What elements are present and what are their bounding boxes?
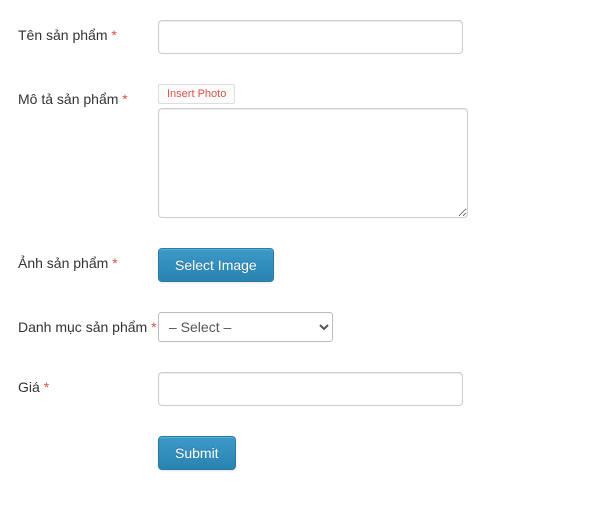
submit-spacer: [18, 436, 158, 442]
product-form: Tên sản phẩm * Mô tả sản phẩm * Insert P…: [18, 20, 596, 470]
row-description: Mô tả sản phẩm * Insert Photo: [18, 84, 596, 218]
label-text-price: Giá: [18, 379, 40, 395]
row-price: Giá *: [18, 372, 596, 406]
label-image: Ảnh sản phẩm *: [18, 248, 158, 274]
required-marker: *: [151, 319, 156, 335]
product-name-input[interactable]: [158, 20, 463, 54]
control-price: [158, 372, 596, 406]
label-price: Giá *: [18, 372, 158, 398]
row-product-name: Tên sản phẩm *: [18, 20, 596, 54]
control-submit: Submit: [158, 436, 596, 470]
required-marker: *: [44, 379, 49, 395]
required-marker: *: [122, 91, 127, 107]
control-category: – Select –: [158, 312, 596, 342]
label-description: Mô tả sản phẩm *: [18, 84, 158, 110]
row-category: Danh mục sản phẩm * – Select –: [18, 312, 596, 342]
control-image: Select Image: [158, 248, 596, 282]
label-text-category: Danh mục sản phẩm: [18, 319, 147, 335]
required-marker: *: [112, 255, 117, 271]
required-marker: *: [111, 27, 116, 43]
price-input[interactable]: [158, 372, 463, 406]
submit-button[interactable]: Submit: [158, 436, 236, 470]
category-select[interactable]: – Select –: [158, 312, 333, 342]
description-textarea[interactable]: [158, 108, 468, 218]
control-description: Insert Photo: [158, 84, 596, 218]
row-submit: Submit: [18, 436, 596, 470]
label-product-name: Tên sản phẩm *: [18, 20, 158, 46]
select-image-button[interactable]: Select Image: [158, 248, 274, 282]
insert-photo-button[interactable]: Insert Photo: [158, 84, 235, 104]
row-image: Ảnh sản phẩm * Select Image: [18, 248, 596, 282]
label-category: Danh mục sản phẩm *: [18, 312, 158, 338]
label-text-description: Mô tả sản phẩm: [18, 91, 118, 107]
label-text-product-name: Tên sản phẩm: [18, 27, 108, 43]
label-text-image: Ảnh sản phẩm: [18, 255, 108, 271]
control-product-name: [158, 20, 596, 54]
